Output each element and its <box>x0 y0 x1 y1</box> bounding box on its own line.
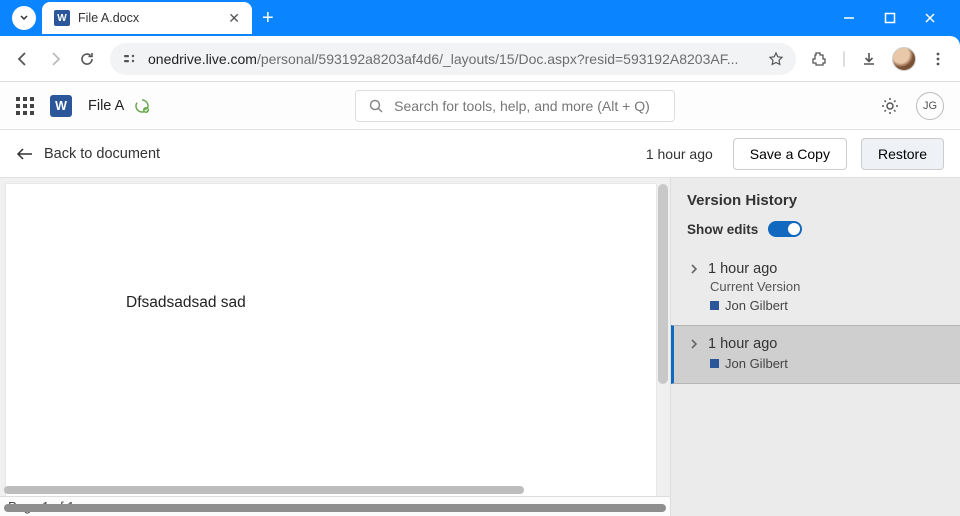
profile-avatar[interactable] <box>892 47 916 71</box>
version-history-title: Version History <box>671 178 960 217</box>
browser-tab[interactable]: W File A.docx ✕ <box>42 2 252 34</box>
nav-forward-button[interactable] <box>46 50 64 68</box>
search-input[interactable]: Search for tools, help, and more (Alt + … <box>355 90 675 122</box>
close-window-icon[interactable] <box>924 11 936 25</box>
chevron-right-icon <box>688 338 700 350</box>
document-filename[interactable]: File A <box>88 98 124 114</box>
app-launcher-icon[interactable] <box>16 97 34 115</box>
version-subtitle: Current Version <box>710 279 946 294</box>
address-bar[interactable]: onedrive.live.com/personal/593192a8203af… <box>110 43 796 75</box>
close-tab-icon[interactable]: ✕ <box>228 10 240 27</box>
show-edits-label: Show edits <box>687 222 758 237</box>
site-settings-icon[interactable] <box>122 51 138 67</box>
url-text: onedrive.live.com/personal/593192a8203af… <box>148 51 758 67</box>
maximize-icon[interactable] <box>884 11 896 25</box>
nav-back-button[interactable] <box>14 50 32 68</box>
back-to-document-link[interactable]: Back to document <box>16 146 160 162</box>
sync-status-icon[interactable] <box>134 98 150 114</box>
extensions-icon[interactable] <box>810 50 828 68</box>
version-history-panel: Version History Show edits 1 hour ago Cur… <box>670 178 960 516</box>
document-canvas[interactable]: Dfsadsadsad sad <box>6 184 656 498</box>
reload-button[interactable] <box>78 50 96 68</box>
settings-gear-icon[interactable] <box>880 96 900 116</box>
chrome-menu-icon[interactable] <box>930 51 946 67</box>
bottom-scrollbar[interactable] <box>4 504 666 512</box>
user-avatar[interactable]: JG <box>916 92 944 120</box>
version-timestamp: 1 hour ago <box>646 146 713 162</box>
author-color-swatch <box>710 301 719 310</box>
arrow-left-icon <box>16 147 34 161</box>
search-icon <box>368 98 384 114</box>
minimize-icon[interactable] <box>842 11 856 25</box>
restore-button[interactable]: Restore <box>861 138 944 170</box>
version-time: 1 hour ago <box>708 336 777 352</box>
tab-search-button[interactable] <box>12 6 36 30</box>
tab-title: File A.docx <box>78 11 228 25</box>
horizontal-scrollbar[interactable] <box>4 486 524 494</box>
save-copy-button[interactable]: Save a Copy <box>733 138 847 170</box>
version-item[interactable]: 1 hour ago Current Version Jon Gilbert <box>671 251 960 325</box>
word-logo-icon: W <box>50 95 72 117</box>
version-item[interactable]: 1 hour ago Jon Gilbert <box>671 325 960 384</box>
word-icon: W <box>54 10 70 26</box>
version-time: 1 hour ago <box>708 261 777 277</box>
show-edits-toggle[interactable] <box>768 221 802 237</box>
new-tab-button[interactable]: + <box>262 7 274 30</box>
author-color-swatch <box>710 359 719 368</box>
version-author: Jon Gilbert <box>725 356 788 371</box>
chevron-right-icon <box>688 263 700 275</box>
document-body-text: Dfsadsadsad sad <box>6 184 656 312</box>
search-placeholder: Search for tools, help, and more (Alt + … <box>394 98 650 114</box>
downloads-icon[interactable] <box>860 50 878 68</box>
bookmark-star-icon[interactable] <box>768 51 784 67</box>
version-author: Jon Gilbert <box>725 298 788 313</box>
vertical-scrollbar[interactable] <box>658 184 668 384</box>
